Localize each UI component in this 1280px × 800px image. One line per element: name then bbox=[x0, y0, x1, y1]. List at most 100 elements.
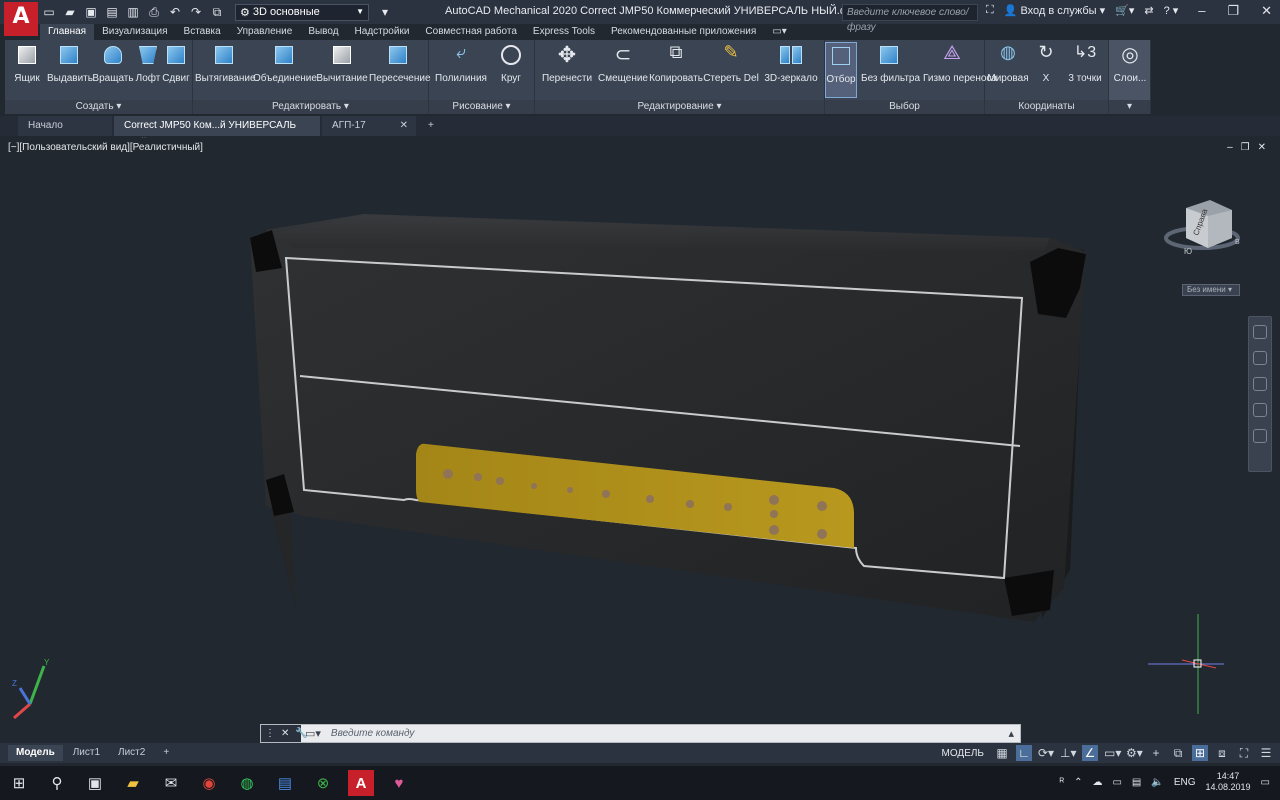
maximize-icon[interactable]: ❐ bbox=[1227, 3, 1239, 19]
viewcube[interactable]: Справа Ю В bbox=[1162, 190, 1242, 270]
presspull-button[interactable]: Вытягивание bbox=[195, 42, 256, 84]
tab-manage[interactable]: Управление bbox=[229, 24, 301, 40]
revolve-button[interactable]: Вращать bbox=[91, 42, 135, 84]
tab-visualize[interactable]: Визуализация bbox=[94, 24, 175, 40]
maps-pin-icon[interactable]: ♥ bbox=[386, 770, 412, 796]
chrome-icon[interactable]: ◉ bbox=[196, 770, 222, 796]
minimize-icon[interactable]: – bbox=[1198, 3, 1205, 19]
file-explorer-icon[interactable]: ▰ bbox=[120, 770, 146, 796]
display-icon[interactable]: ▭ bbox=[1112, 777, 1121, 788]
close-command-icon[interactable]: ✕ bbox=[281, 728, 289, 739]
orbit-icon[interactable] bbox=[1253, 403, 1267, 417]
close-icon[interactable]: ✕ bbox=[1261, 3, 1272, 19]
doc-tab-active[interactable]: Correct JMP50 Ком...й УНИВЕРСАЛЬ НЫЙ*✕ bbox=[114, 116, 320, 150]
language-indicator[interactable]: ENG bbox=[1174, 777, 1196, 788]
command-input[interactable]: Введите команду bbox=[325, 728, 1003, 739]
customization-icon[interactable]: ☰ bbox=[1258, 745, 1274, 761]
autocad-taskbar-icon[interactable]: A bbox=[348, 770, 374, 796]
volume-icon[interactable]: 🔈 bbox=[1151, 777, 1163, 788]
doc-tab-start[interactable]: Начало bbox=[18, 116, 112, 136]
workspace-dropdown[interactable]: ⚙ 3D основные ▼ bbox=[235, 3, 369, 21]
model-space-label[interactable]: МОДЕЛЬ bbox=[942, 748, 984, 759]
xbox-icon[interactable]: ⊗ bbox=[310, 770, 336, 796]
open-folder-icon[interactable]: ▰ bbox=[61, 3, 79, 21]
tab-home[interactable]: Главная bbox=[40, 24, 95, 40]
tab-featured-apps[interactable]: Рекомендованные приложения bbox=[603, 24, 764, 40]
grid-icon[interactable]: ▦ bbox=[994, 745, 1010, 761]
tab-addins[interactable]: Надстройки bbox=[347, 24, 418, 40]
people-icon[interactable]: ᴿ bbox=[1060, 777, 1065, 788]
move-gizmo-button[interactable]: ⟁ Гизмо переноса bbox=[923, 42, 997, 84]
pan-hand-icon[interactable] bbox=[1253, 351, 1267, 365]
tab-sheet2[interactable]: Лист2 bbox=[110, 745, 153, 761]
web-mobile-icon[interactable]: ▥ bbox=[124, 3, 142, 21]
layers-expand-icon[interactable]: ▾ bbox=[1109, 100, 1150, 114]
layers-button[interactable]: ◎ Слои... bbox=[1109, 42, 1151, 84]
zoom-icon[interactable] bbox=[1253, 377, 1267, 391]
ucs-x-button[interactable]: ↻ X bbox=[1029, 42, 1063, 84]
intersect-button[interactable]: Пересечение bbox=[369, 42, 431, 84]
whatsapp-icon[interactable]: ◍ bbox=[234, 770, 260, 796]
selection-cycling-icon[interactable]: ⧉ bbox=[1170, 745, 1186, 761]
polyline-button[interactable]: ⤶ Полилиния bbox=[435, 42, 487, 84]
object-snap-icon[interactable]: ▭▾ bbox=[1104, 745, 1121, 761]
wcs-menu[interactable]: Без имени ▾ bbox=[1182, 284, 1240, 296]
move-button[interactable]: ✥ Перенести bbox=[539, 42, 595, 84]
circle-button[interactable]: Круг bbox=[491, 42, 531, 84]
panel-title-draw[interactable]: Рисование ▾ bbox=[429, 100, 534, 114]
sweep-button[interactable]: Сдвиг bbox=[161, 42, 191, 84]
close-viewport-icon[interactable]: ✕ bbox=[1258, 142, 1266, 153]
showmotion-icon[interactable] bbox=[1253, 429, 1267, 443]
units-icon[interactable]: ⊞ bbox=[1192, 745, 1208, 761]
notifications-icon[interactable]: ▭ bbox=[1261, 777, 1270, 788]
minimize-viewport-icon[interactable]: – bbox=[1227, 142, 1233, 153]
task-view-icon[interactable]: ▣ bbox=[82, 770, 108, 796]
close-tab-icon[interactable]: ✕ bbox=[400, 116, 408, 135]
add-layout-button[interactable]: + bbox=[155, 745, 177, 761]
restore-viewport-icon[interactable]: ❐ bbox=[1241, 142, 1250, 153]
doc-tab-agp17[interactable]: АГП-17 ✕ bbox=[322, 116, 416, 136]
ucs-world-button[interactable]: ◍ Мировая bbox=[987, 42, 1029, 84]
union-button[interactable]: Объединение bbox=[253, 42, 317, 84]
viewport-label[interactable]: [−][Пользовательский вид][Реалистичный] bbox=[8, 142, 203, 153]
no-filter-button[interactable]: Без фильтра bbox=[861, 42, 920, 84]
copy-button[interactable]: ⧉ Копировать bbox=[649, 42, 703, 84]
binoculars-icon[interactable]: ⛶ bbox=[986, 4, 994, 17]
onedrive-icon[interactable]: ☁ bbox=[1092, 777, 1102, 788]
drawing-viewport[interactable]: [−][Пользовательский вид][Реалистичный] … bbox=[4, 138, 1276, 742]
undo-icon[interactable]: ↶ bbox=[166, 3, 184, 21]
customize-qat-icon[interactable]: ▾ bbox=[376, 3, 394, 21]
loft-button[interactable]: Лофт bbox=[133, 42, 163, 84]
command-expand-icon[interactable]: ▴ bbox=[1002, 727, 1020, 740]
search-icon[interactable]: ⚲ bbox=[44, 770, 70, 796]
cart-icon[interactable]: 🛒▾ bbox=[1115, 4, 1134, 17]
panel-title-edit[interactable]: Редактировать ▾ bbox=[193, 100, 428, 114]
osnap-icon[interactable]: ∠ bbox=[1082, 745, 1098, 761]
panel-title-create[interactable]: Создать ▾ bbox=[5, 100, 192, 114]
workspace-gear-icon[interactable]: ⚙▾ bbox=[1126, 745, 1143, 761]
ucs-3point-button[interactable]: ↳3 3 точки bbox=[1063, 42, 1107, 84]
search-input[interactable]: Введите ключевое слово/фразу bbox=[842, 4, 978, 33]
show-hidden-icon[interactable]: ⌃ bbox=[1074, 777, 1082, 788]
grip-icon[interactable]: ⋮ bbox=[265, 728, 275, 739]
annotation-plus-icon[interactable]: + bbox=[1148, 745, 1164, 761]
save-as-icon[interactable]: ▤ bbox=[103, 3, 121, 21]
snap-mode-icon[interactable]: ∟ bbox=[1016, 745, 1032, 761]
erase-button[interactable]: ✎ Стереть Del bbox=[703, 42, 759, 84]
steering-wheel-icon[interactable] bbox=[1253, 325, 1267, 339]
offset-button[interactable]: ⊂ Смещение bbox=[597, 42, 649, 84]
signin-button[interactable]: 👤 Вход в службы ▾ bbox=[1004, 4, 1105, 17]
dynamic-input-icon[interactable]: ⟳▾ bbox=[1038, 745, 1054, 761]
polar-tracking-icon[interactable]: ⊥▾ bbox=[1060, 745, 1076, 761]
ribbon-minimize-icon[interactable]: ▭▾ bbox=[764, 24, 794, 40]
box-button[interactable]: Ящик bbox=[7, 42, 47, 84]
extrude-button[interactable]: Выдавить bbox=[47, 42, 93, 84]
print-icon[interactable]: ⎙ bbox=[145, 3, 163, 21]
panel-title-modify[interactable]: Редактирование ▾ bbox=[535, 100, 824, 114]
windows-start-icon[interactable]: ⊞ bbox=[6, 770, 32, 796]
tab-insert[interactable]: Вставка bbox=[176, 24, 229, 40]
mirror3d-button[interactable]: 3D-зеркало bbox=[761, 42, 821, 84]
tab-output[interactable]: Вывод bbox=[300, 24, 346, 40]
mail-icon[interactable]: ✉ bbox=[158, 770, 184, 796]
new-file-icon[interactable]: ▭ bbox=[40, 3, 58, 21]
